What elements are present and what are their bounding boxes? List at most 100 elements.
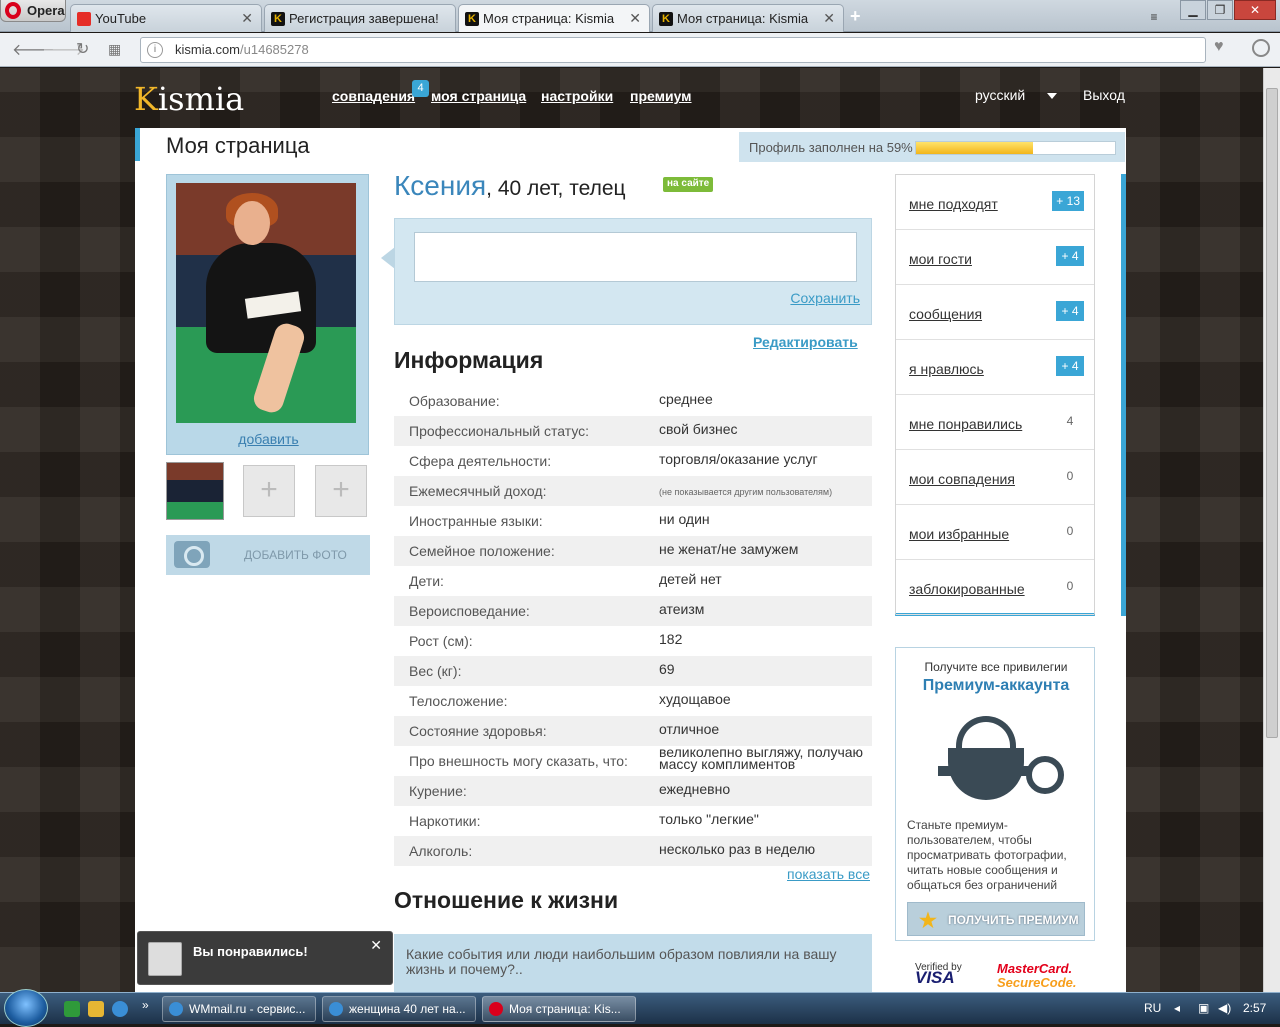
quicklaunch-icon[interactable] bbox=[64, 1001, 80, 1017]
sidebar-item[interactable]: я нравлюсь + 4 bbox=[896, 340, 1094, 395]
nav-settings[interactable]: настройки bbox=[541, 88, 613, 104]
speed-dial-icon[interactable]: ▦ bbox=[108, 41, 121, 58]
info-heading: Информация bbox=[394, 347, 544, 373]
close-toast-icon[interactable]: ✕ bbox=[370, 937, 382, 954]
info-row: Семейное положение: не женат/не замужем bbox=[394, 536, 872, 566]
info-table: Образование: среднее Профессиональный стат… bbox=[394, 386, 872, 866]
taskbar-item-wmmail[interactable]: WMmail.ru - сервис... bbox=[162, 996, 316, 1022]
tab-my-page[interactable]: K Моя страница: Kismia ✕ bbox=[652, 4, 844, 32]
sidebar-item[interactable]: мои избранные 0 bbox=[896, 505, 1094, 560]
user-profile-icon[interactable] bbox=[1252, 39, 1270, 57]
sidebar-item-count: 0 bbox=[1066, 579, 1074, 593]
info-key: Образование: bbox=[409, 393, 500, 409]
sidebar-item-label[interactable]: мои гости bbox=[909, 251, 972, 267]
chevron-down-icon[interactable] bbox=[1047, 93, 1057, 99]
sidebar-item[interactable]: заблокированные 0 bbox=[896, 560, 1094, 615]
sidebar-item-count: + 13 bbox=[1052, 191, 1084, 211]
sidebar-menu: мне подходят + 13 мои гости + 4 сообщения + 4… bbox=[895, 174, 1095, 616]
bookmark-heart-icon[interactable]: ♥ bbox=[1214, 38, 1224, 56]
taskbar-item-opera[interactable]: Моя страница: Kis... bbox=[482, 996, 636, 1022]
site-info-icon[interactable]: i bbox=[147, 42, 163, 58]
get-premium-button[interactable]: ★ ПОЛУЧИТЬ ПРЕМИУМ bbox=[907, 902, 1085, 936]
close-window-icon[interactable]: ✕ bbox=[1234, 0, 1276, 20]
tab-youtube[interactable]: YouTube ✕ bbox=[70, 4, 262, 32]
info-value: не женат/не замужем bbox=[659, 541, 799, 557]
info-key: Наркотики: bbox=[409, 813, 481, 829]
show-more-icon[interactable]: » bbox=[142, 998, 149, 1012]
internet-explorer-icon[interactable] bbox=[112, 1001, 128, 1017]
sidebar-item-label[interactable]: мои совпадения bbox=[909, 471, 1015, 487]
volume-icon[interactable]: ◀) bbox=[1218, 1001, 1231, 1015]
opera-logo-icon bbox=[5, 2, 21, 19]
info-row: Наркотики: только "легкие" bbox=[394, 806, 872, 836]
save-status-link[interactable]: Сохранить bbox=[790, 290, 860, 306]
close-tab-icon[interactable]: ✕ bbox=[241, 10, 253, 27]
close-tab-icon[interactable]: ✕ bbox=[823, 10, 835, 27]
tab-menu-icon[interactable]: ≡ bbox=[1142, 8, 1166, 28]
reload-icon[interactable]: ↻ bbox=[76, 39, 89, 59]
sidebar-item[interactable]: мои совпадения 0 bbox=[896, 450, 1094, 505]
info-value: отличное bbox=[659, 721, 720, 737]
info-value: торговля/оказание услуг bbox=[659, 451, 818, 467]
minimize-icon[interactable]: ▁ bbox=[1180, 0, 1206, 20]
add-photo-button[interactable]: ДОБАВИТЬ ФОТО bbox=[166, 535, 370, 575]
language-select[interactable]: русский bbox=[975, 87, 1025, 103]
folder-icon[interactable] bbox=[88, 1001, 104, 1017]
nav-premium[interactable]: премиум bbox=[630, 88, 692, 104]
sidebar-item[interactable]: мне подходят + 13 bbox=[896, 175, 1094, 230]
tab-registration[interactable]: K Регистрация завершена! bbox=[264, 4, 456, 32]
sidebar-item[interactable]: сообщения + 4 bbox=[896, 285, 1094, 340]
profile-photo[interactable] bbox=[176, 183, 356, 423]
info-row: Вес (кг): 69 bbox=[394, 656, 872, 686]
start-button[interactable] bbox=[4, 989, 48, 1027]
kismia-icon: K bbox=[659, 12, 673, 26]
life-heading: Отношение к жизни bbox=[394, 887, 619, 913]
info-row: Телосложение: худощавое bbox=[394, 686, 872, 716]
nav-my-page[interactable]: моя страница bbox=[431, 88, 526, 104]
kismia-logo[interactable]: Kismia bbox=[134, 80, 244, 118]
page-scrollbar[interactable] bbox=[1263, 68, 1280, 992]
tray-arrow-icon[interactable]: ◂ bbox=[1174, 1001, 1180, 1015]
status-input[interactable] bbox=[414, 232, 857, 282]
maximize-icon[interactable]: ❐ bbox=[1207, 0, 1233, 20]
new-tab-icon[interactable]: + bbox=[850, 6, 861, 27]
photo-thumbnail[interactable] bbox=[166, 462, 224, 520]
url-field[interactable]: i kismia.com/u14685278 bbox=[140, 37, 1206, 63]
info-value: ни один bbox=[659, 511, 710, 527]
sidebar-item-label[interactable]: мои избранные bbox=[909, 526, 1009, 542]
edit-info-link[interactable]: Редактировать bbox=[753, 334, 858, 350]
info-key: Дети: bbox=[409, 573, 444, 589]
taskbar-item-search[interactable]: женщина 40 лет на... bbox=[322, 996, 476, 1022]
tab-title: YouTube bbox=[95, 11, 147, 26]
info-key: Семейное положение: bbox=[409, 543, 555, 559]
info-value: детей нет bbox=[659, 571, 722, 587]
empty-photo-slot[interactable]: + bbox=[243, 465, 295, 517]
clock[interactable]: 2:57 bbox=[1243, 1001, 1266, 1015]
scrollbar-thumb[interactable] bbox=[1266, 88, 1278, 738]
sidebar-item-label[interactable]: заблокированные bbox=[909, 581, 1025, 597]
info-value: несколько раз в неделю bbox=[659, 841, 816, 857]
sidebar-item-label[interactable]: сообщения bbox=[909, 306, 982, 322]
opera-menu-button[interactable]: Opera bbox=[0, 0, 66, 22]
info-value: свой бизнес bbox=[659, 421, 738, 437]
logout-link[interactable]: Выход bbox=[1083, 87, 1125, 103]
nav-matches[interactable]: совпадения bbox=[332, 88, 415, 104]
sidebar-item[interactable]: мои гости + 4 bbox=[896, 230, 1094, 285]
sidebar-item-label[interactable]: я нравлюсь bbox=[909, 361, 984, 377]
input-language[interactable]: RU bbox=[1144, 1001, 1161, 1015]
life-question[interactable]: Какие события или люди наибольшим образо… bbox=[394, 934, 872, 992]
sidebar-item[interactable]: мне понравились 4 bbox=[896, 395, 1094, 450]
info-value: ежедневно bbox=[659, 781, 731, 797]
network-icon[interactable]: ▣ bbox=[1198, 1001, 1209, 1015]
show-all-link[interactable]: показать все bbox=[787, 866, 870, 882]
sidebar-item-count: + 4 bbox=[1056, 356, 1084, 376]
close-tab-icon[interactable]: ✕ bbox=[629, 10, 641, 27]
premium-line1: Получите все привилегии bbox=[924, 660, 1068, 674]
notification-toast[interactable]: Вы понравились! ✕ bbox=[137, 931, 393, 985]
sidebar-item-label[interactable]: мне подходят bbox=[909, 196, 998, 212]
empty-photo-slot[interactable]: + bbox=[315, 465, 367, 517]
sidebar-item-label[interactable]: мне понравились bbox=[909, 416, 1022, 432]
add-photo-link[interactable]: добавить bbox=[167, 431, 370, 447]
tab-my-page-active[interactable]: K Моя страница: Kismia ✕ bbox=[458, 4, 650, 32]
address-bar-row: 🡐 🡒 ↻ ▦ i kismia.com/u14685278 bbox=[0, 33, 1280, 67]
